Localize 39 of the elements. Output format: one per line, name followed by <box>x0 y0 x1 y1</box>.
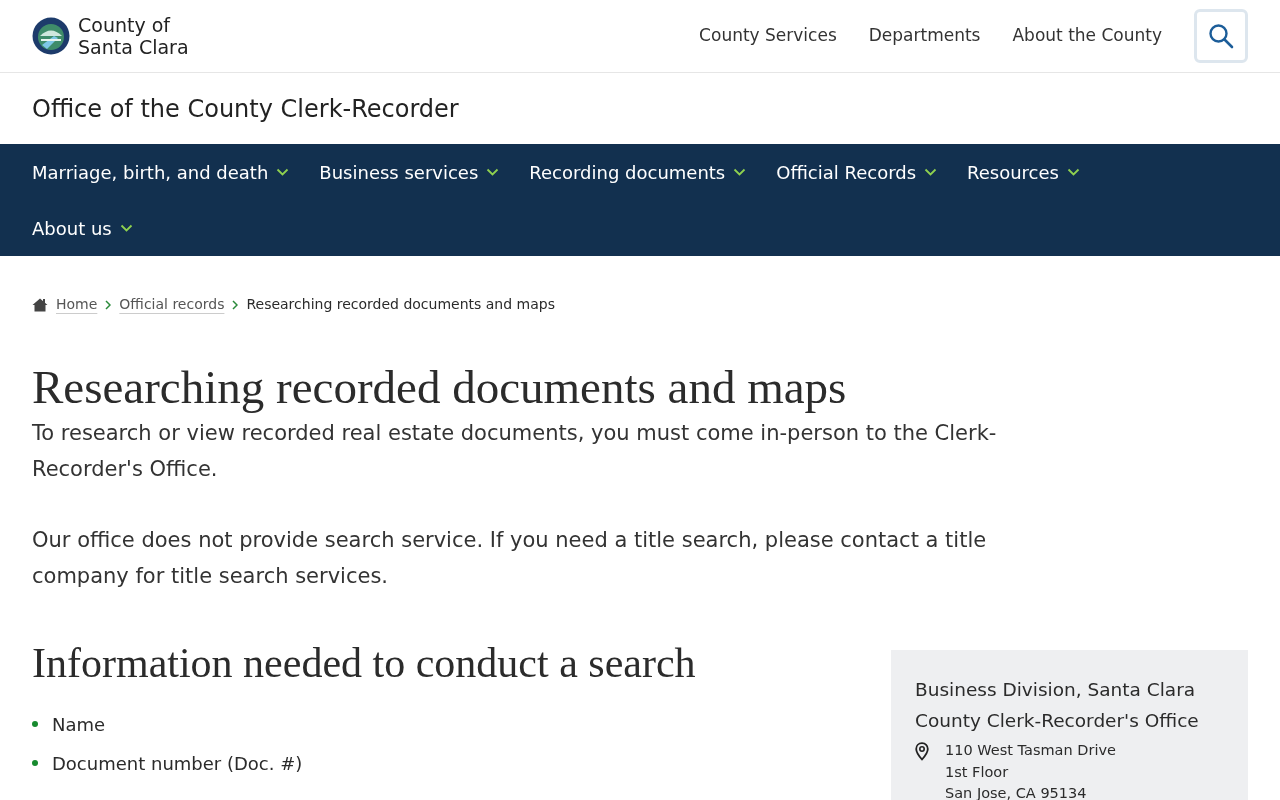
menu-item[interactable]: Business services <box>319 144 500 200</box>
chevron-right-icon <box>105 299 112 310</box>
chevron-right-icon <box>232 299 239 310</box>
paragraph: To research or view recorded real estate documents, you must come in-person to the Clerk-Recorder's Office. <box>32 420 998 484</box>
chevron-down-icon <box>119 224 133 232</box>
contact-title: Business Division, Santa Clara County Clerk-Recorder's Office <box>915 678 1200 734</box>
county-seal-logo[interactable] <box>32 17 70 55</box>
nav-link[interactable]: About the County <box>1012 23 1162 49</box>
chevron-down-icon <box>276 168 290 176</box>
search-button[interactable] <box>1194 9 1248 63</box>
bullet-icon <box>32 760 38 767</box>
logo-text[interactable]: Santa Clara <box>78 36 189 58</box>
nav-link[interactable]: County Services <box>699 23 837 49</box>
search-icon <box>1208 23 1234 49</box>
menu-item[interactable]: Official Records <box>776 144 938 200</box>
logo-text[interactable]: County of <box>78 14 189 36</box>
chevron-down-icon <box>1067 168 1080 176</box>
office-title: Office of the County Clerk-Recorder <box>31 93 460 125</box>
location-pin-icon <box>915 742 929 762</box>
paragraph: Our office does not provide search service. If you need a title search, please contact a title company for title search services. <box>32 527 988 591</box>
breadcrumb-current: Researching recorded documents and maps <box>246 295 555 314</box>
address-line: 110 West Tasman Drive <box>945 741 1116 761</box>
list-item: Document number (Doc. #) <box>52 751 303 776</box>
breadcrumb-link[interactable]: Official records <box>119 294 225 315</box>
list-item: Name <box>52 712 106 737</box>
chevron-down-icon <box>733 168 747 176</box>
address-line: 1st Floor <box>945 762 1010 782</box>
chevron-down-icon <box>486 168 500 176</box>
section-heading: Information needed to conduct a search <box>32 639 696 689</box>
menu-item[interactable]: Marriage, birth, and death <box>32 144 290 200</box>
home-icon <box>32 297 48 312</box>
bullet-icon <box>32 721 38 728</box>
menu-item[interactable]: About us <box>32 200 133 256</box>
menu-item[interactable]: Resources <box>967 144 1080 200</box>
menu-item[interactable]: Recording documents <box>529 144 747 200</box>
breadcrumb-link[interactable]: Home <box>56 294 98 315</box>
chevron-down-icon <box>924 168 938 176</box>
page-title: Researching recorded documents and maps <box>32 360 848 415</box>
nav-link[interactable]: Departments <box>868 23 981 49</box>
